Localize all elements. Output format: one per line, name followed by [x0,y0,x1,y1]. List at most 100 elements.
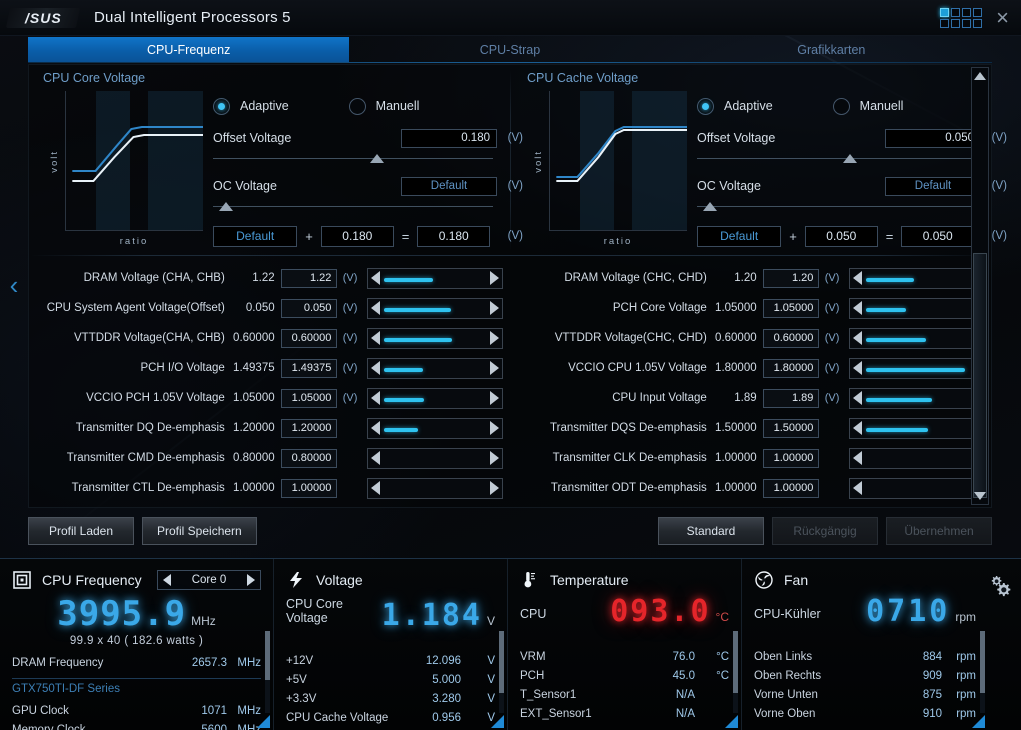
slider-decrease-arrow-icon[interactable] [370,421,380,435]
offset-voltage-cache-slider[interactable] [697,151,977,167]
voltage-row-input[interactable]: 1.49375 [280,358,338,378]
slider-increase-arrow-icon[interactable] [489,331,499,345]
temperature-scrollbar[interactable] [733,631,738,713]
close-icon[interactable]: × [996,6,1009,29]
radio-adaptive-cache[interactable] [697,97,714,115]
oc-voltage-core-slider[interactable] [213,199,493,215]
voltage-row-input[interactable]: 0.60000 [762,328,820,348]
voltage-row-input[interactable]: 0.60000 [280,328,338,348]
radio-manuell-core[interactable] [348,97,366,115]
slider-increase-arrow-icon[interactable] [489,481,499,495]
radio-adaptive-core[interactable] [213,97,230,115]
offset-voltage-core-input[interactable]: 0.180 [401,128,497,148]
voltage-scrollbar[interactable] [499,631,504,713]
voltage-row-slider[interactable] [848,447,985,469]
voltage-row-slider[interactable] [366,477,503,499]
slider-decrease-arrow-icon[interactable] [852,391,862,405]
fan-scrollbar[interactable] [980,631,985,713]
voltage-row-input[interactable]: 1.20000 [280,418,338,438]
voltage-row-label: Transmitter CMD De-emphasis [66,452,225,464]
voltage-row-input[interactable]: 1.22 [280,268,338,288]
voltage-row-input[interactable]: 0.80000 [280,448,338,468]
standard-button[interactable]: Standard [658,517,764,545]
scroll-up-icon[interactable] [972,68,988,84]
voltage-row-input[interactable]: 0.050 [280,298,338,318]
slider-increase-arrow-icon[interactable] [489,301,499,315]
app-grid-icon[interactable] [940,7,983,28]
oc-voltage-cache-slider[interactable] [697,199,977,215]
expand-corner-icon[interactable] [725,715,738,728]
slider-decrease-arrow-icon[interactable] [370,481,380,495]
slider-increase-arrow-icon[interactable] [489,271,499,285]
radio-manuell-cache[interactable] [832,97,850,115]
tab-grafikkarten[interactable]: Grafikkarten [671,37,992,63]
slider-decrease-arrow-icon[interactable] [370,301,380,315]
slider-decrease-arrow-icon[interactable] [370,271,380,285]
slider-increase-arrow-icon[interactable] [489,361,499,375]
slider-decrease-arrow-icon[interactable] [852,481,862,495]
voltage-row-slider[interactable] [848,477,985,499]
monitor-item-label: +5V [286,673,307,686]
voltage-row-slider[interactable] [366,387,503,409]
voltage-row-slider[interactable] [366,297,503,319]
collapse-panel-chevron-left-icon[interactable]: ‹ [4,268,24,302]
cpu-frequency-scrollbar[interactable] [265,631,270,713]
slider-decrease-arrow-icon[interactable] [852,301,862,315]
slider-decrease-arrow-icon[interactable] [370,391,380,405]
voltage-row-slider[interactable] [366,357,503,379]
voltage-row-slider[interactable] [366,327,503,349]
voltage-row-slider[interactable] [848,297,985,319]
voltage-row-slider[interactable] [848,327,985,349]
expand-corner-icon[interactable] [491,715,504,728]
voltage-row-slider[interactable] [848,357,985,379]
slider-decrease-arrow-icon[interactable] [852,361,862,375]
core-selector[interactable]: Core 0 [157,570,261,590]
voltage-row-slider[interactable] [366,447,503,469]
slider-increase-arrow-icon[interactable] [489,391,499,405]
scroll-down-icon[interactable] [972,488,988,504]
voltage-row-slider[interactable] [366,267,503,289]
save-profile-button[interactable]: Profil Speichern [142,517,257,545]
tab-cpu-strap[interactable]: CPU-Strap [349,37,670,63]
slider-increase-arrow-icon[interactable] [489,421,499,435]
slider-decrease-arrow-icon[interactable] [852,271,862,285]
oc-voltage-core-input[interactable]: Default [401,176,497,196]
voltage-row-input[interactable]: 1.05000 [762,298,820,318]
scrollbar-thumb[interactable] [973,253,987,498]
offset-voltage-cache-input[interactable]: 0.050 [885,128,981,148]
content-scrollbar[interactable] [971,67,989,505]
voltage-row-input[interactable]: 1.20 [762,268,820,288]
eq-add-core[interactable]: 0.180 [320,225,394,247]
core-next-icon[interactable] [247,574,255,586]
voltage-row-input[interactable]: 1.89 [762,388,820,408]
eq-add-cache[interactable]: 0.050 [804,225,878,247]
oc-voltage-cache-input[interactable]: Default [885,176,981,196]
voltage-row-slider[interactable] [848,387,985,409]
slider-decrease-arrow-icon[interactable] [370,451,380,465]
voltage-row-input[interactable]: 1.00000 [762,478,820,498]
eq-base-core[interactable]: Default [213,225,298,247]
expand-corner-icon[interactable] [972,715,985,728]
load-profile-button[interactable]: Profil Laden [28,517,134,545]
core-prev-icon[interactable] [163,574,171,586]
slider-decrease-arrow-icon[interactable] [852,421,862,435]
gears-icon[interactable] [987,573,1013,599]
voltage-row-slider[interactable] [848,267,985,289]
slider-decrease-arrow-icon[interactable] [852,331,862,345]
voltage-row-input[interactable]: 1.80000 [762,358,820,378]
slider-increase-arrow-icon[interactable] [489,451,499,465]
voltage-row-input[interactable]: 1.05000 [280,388,338,408]
voltage-row-slider[interactable] [848,417,985,439]
voltage-row-input[interactable]: 1.50000 [762,418,820,438]
slider-fill [865,367,966,372]
eq-base-cache[interactable]: Default [697,225,782,247]
slider-decrease-arrow-icon[interactable] [370,331,380,345]
expand-corner-icon[interactable] [257,715,270,728]
offset-voltage-core-slider[interactable] [213,151,493,167]
slider-decrease-arrow-icon[interactable] [852,451,862,465]
voltage-row-input[interactable]: 1.00000 [762,448,820,468]
voltage-row-input[interactable]: 1.00000 [280,478,338,498]
voltage-row-slider[interactable] [366,417,503,439]
slider-decrease-arrow-icon[interactable] [370,361,380,375]
tab-cpu-frequenz[interactable]: CPU-Frequenz [28,37,350,63]
